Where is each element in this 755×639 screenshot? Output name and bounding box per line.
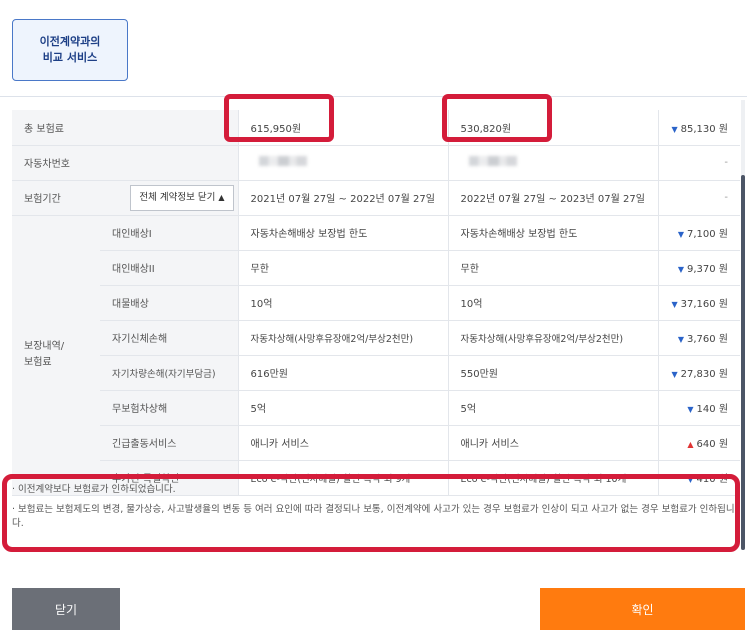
coverage-item-label: 대물배상 [100, 285, 239, 321]
previous-premium: 615,950원 [237, 110, 449, 146]
notice-line: · 보험료는 보험제도의 변경, 물가상승, 사고발생율의 변동 등 여러 요인… [12, 504, 735, 529]
coverage-group-label: 보장내역/ 보험료 [12, 215, 100, 496]
notice-line: · 이전계약보다 보험료가 인하되었습니다. [12, 484, 176, 495]
table-row-coverage: 대인배상II 무한 무한 ▼ 9,370 원 [12, 250, 741, 286]
tab-compare-previous-contract[interactable]: 이전계약과의 비교 서비스 [12, 19, 128, 81]
coverage-item-label: 대인배상II [100, 250, 239, 286]
close-button[interactable]: 닫기 [12, 588, 120, 630]
table-row-coverage: 무보험차상해 5억 5억 ▼ 140 원 [12, 390, 741, 426]
current-car-number-redacted [447, 145, 659, 181]
row-label: 총 보험료 [12, 110, 239, 146]
coverage-item-label: 자기차량손해(자기부담금) [100, 355, 239, 391]
up-triangle-icon: ▲ [687, 440, 694, 449]
previous-period: 2021년 07월 27일 ~ 2022년 07월 27일 [237, 180, 449, 216]
scrollbar-thumb[interactable] [741, 175, 745, 550]
redacted-blur [258, 156, 307, 166]
notice-text: · 이전계약보다 보험료가 인하되었습니다. · 보험료는 보험제도의 변경, … [12, 483, 740, 537]
table-row-coverage: 긴급출동서비스 애니카 서비스 애니카 서비스 ▲ 640 원 [12, 425, 741, 461]
table-row-car-number: 자동차번호 - [12, 145, 741, 181]
down-triangle-icon: ▼ [671, 124, 678, 134]
car-number-difference: - [657, 145, 741, 181]
down-triangle-icon: ▼ [677, 265, 684, 274]
down-triangle-icon: ▼ [677, 230, 684, 239]
up-triangle-icon: ▲ [218, 192, 225, 202]
coverage-item-label: 대인배상I [100, 215, 239, 251]
tab-divider [0, 96, 747, 97]
coverage-item-label: 긴급출동서비스 [100, 425, 239, 461]
down-triangle-icon: ▼ [671, 300, 678, 309]
down-triangle-icon: ▼ [687, 405, 694, 414]
close-all-contract-info-button[interactable]: 전체 계약정보 닫기 ▲ [130, 184, 234, 211]
row-label: 자동차번호 [12, 145, 239, 181]
period-difference: - [657, 180, 741, 216]
previous-car-number-redacted [237, 145, 449, 181]
table-row-coverage: 자기차량손해(자기부담금) 616만원 550만원 ▼ 27,830 원 [12, 355, 741, 391]
table-row-total-premium: 총 보험료 615,950원 530,820원 ▼ 85,130 원 [12, 110, 741, 146]
redacted-blur [468, 156, 517, 166]
table-row-insurance-period: 보험기간 전체 계약정보 닫기 ▲ 2021년 07월 27일 ~ 2022년 0… [12, 180, 741, 216]
current-period: 2022년 07월 27일 ~ 2023년 07월 27일 [447, 180, 659, 216]
coverage-item-label: 자기신체손해 [100, 320, 239, 356]
down-triangle-icon: ▼ [677, 335, 684, 344]
coverage-item-label: 무보험차상해 [100, 390, 239, 426]
table-row-coverage: 자기신체손해 자동차상해(사망후유장애2억/부상2천만) 자동차상해(사망후유장… [12, 320, 741, 356]
current-premium: 530,820원 [447, 110, 659, 146]
table-row-coverage: 대물배상 10억 10억 ▼ 37,160 원 [12, 285, 741, 321]
premium-difference: ▼ 85,130 원 [657, 110, 741, 146]
confirm-button[interactable]: 확인 [540, 588, 745, 630]
table-row-coverage: 보장내역/ 보험료 대인배상I 자동차손해배상 보장법 한도 자동차손해배상 보… [12, 215, 741, 496]
comparison-table: 총 보험료 615,950원 530,820원 ▼ 85,130 원 자동차번호 … [12, 110, 741, 496]
down-triangle-icon: ▼ [671, 370, 678, 379]
row-label: 보험기간 [12, 180, 100, 216]
